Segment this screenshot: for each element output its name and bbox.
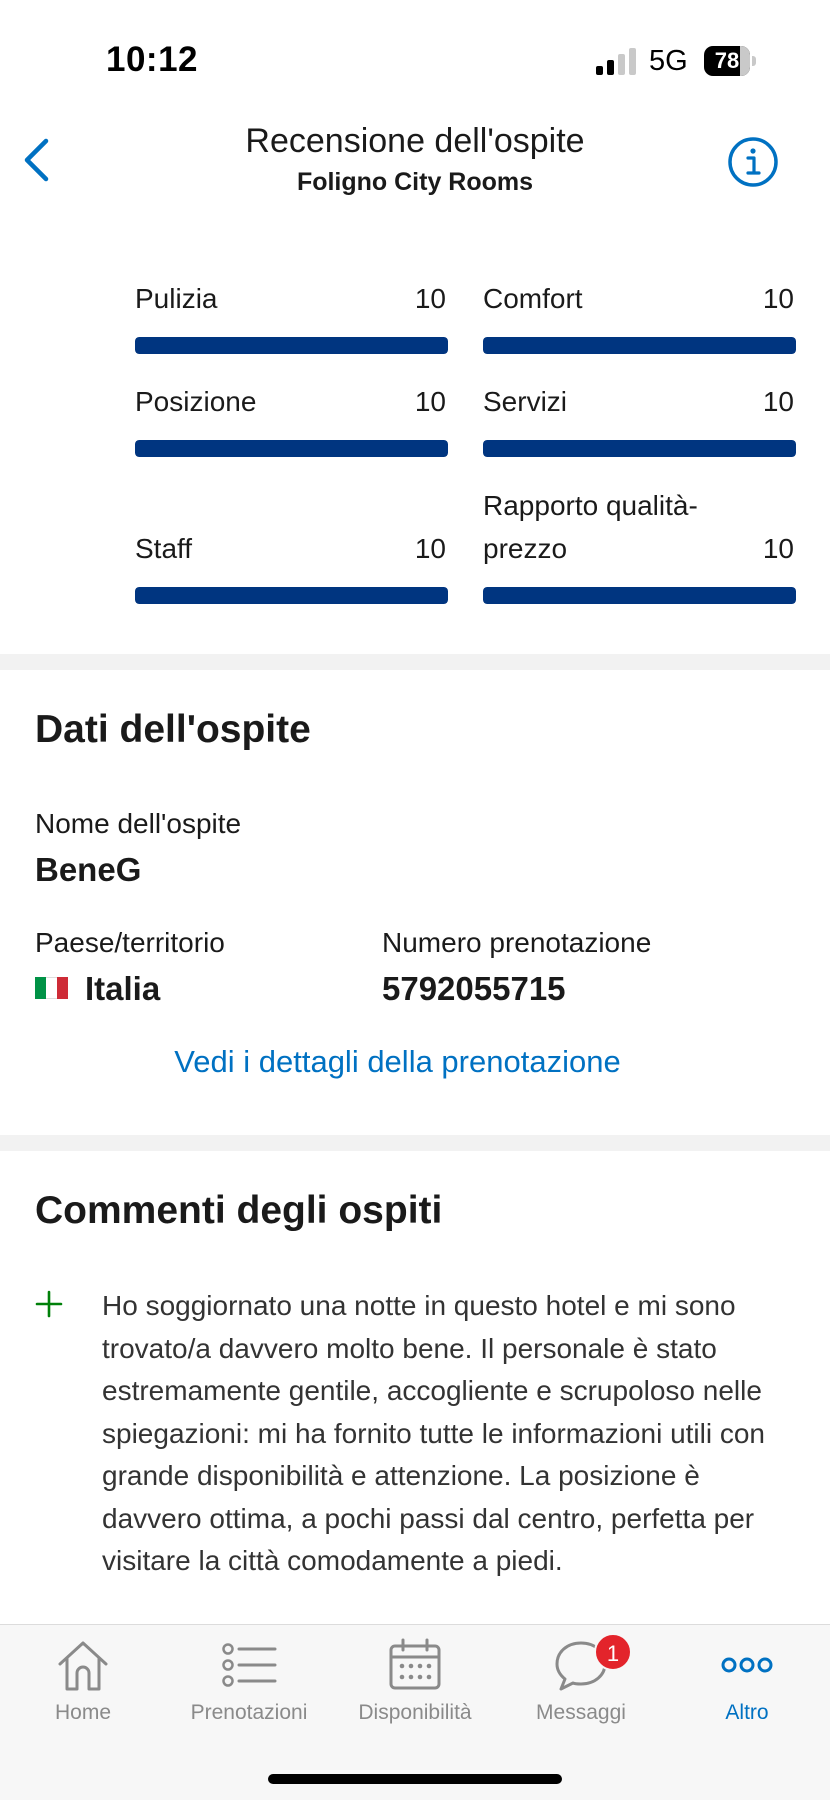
page-title: Recensione dell'ospite [245, 122, 585, 160]
score-bar [135, 587, 448, 604]
score-label: Rapporto qualità-prezzo [483, 490, 698, 564]
battery-level: 78 [714, 48, 740, 73]
score-value: 10 [762, 533, 794, 564]
tab-altro[interactable]: Altro [664, 1625, 830, 1735]
italy-flag-icon [35, 977, 68, 999]
guest-data-title: Dati dell'ospite [35, 708, 311, 751]
tab-label: Messaggi [536, 1701, 626, 1724]
score-label: Staff [135, 533, 193, 564]
score-value: 10 [762, 283, 794, 314]
score-item: Staff 10 [135, 486, 448, 604]
score-value: 10 [414, 283, 446, 314]
booking-number: 5792055715 [382, 970, 566, 1007]
score-bar [135, 337, 448, 354]
home-icon [58, 1641, 108, 1691]
tab-label: Altro [725, 1701, 769, 1724]
view-booking-details-link[interactable]: Vedi i dettagli della prenotazione [0, 1044, 795, 1080]
score-bar [483, 440, 796, 457]
plus-icon [35, 1290, 63, 1318]
battery-icon: 78 [704, 46, 756, 76]
score-label: Posizione [135, 386, 257, 417]
score-value: 10 [762, 386, 794, 417]
country-value: Italia [85, 970, 161, 1007]
score-item: Comfort 10 [483, 280, 796, 354]
score-value: 10 [414, 533, 446, 564]
guest-comments-title: Commenti degli ospiti [35, 1189, 443, 1232]
tab-label: Disponibilità [358, 1701, 472, 1724]
more-dots-icon [721, 1657, 773, 1673]
score-item: Pulizia 10 [135, 280, 448, 354]
info-button[interactable] [727, 136, 779, 188]
network-type: 5G [649, 45, 688, 77]
country-label: Paese/territorio [35, 927, 225, 958]
tab-label: Prenotazioni [190, 1701, 308, 1724]
score-value: 10 [414, 386, 446, 417]
score-item: Servizi 10 [483, 383, 796, 457]
tab-prenotazioni[interactable]: Prenotazioni [166, 1625, 332, 1735]
score-item: Posizione 10 [135, 383, 448, 457]
score-bar [135, 440, 448, 457]
score-label: Comfort [483, 283, 583, 314]
info-icon [728, 137, 778, 187]
review-scores: Pulizia 10 Comfort 10 Posizione 10 Servi… [0, 280, 830, 654]
navigation-header: Recensione dell'ospite Foligno City Room… [0, 110, 830, 210]
calendar-icon [389, 1638, 441, 1690]
signal-strength-icon [596, 47, 638, 75]
guest-name-label: Nome dell'ospite [35, 808, 242, 839]
positive-comment-text: Ho soggiornato una notte in questo hotel… [102, 1290, 766, 1576]
property-name: Foligno City Rooms [296, 168, 534, 196]
status-bar: 10:12 5G 78 [0, 0, 830, 110]
section-divider [0, 1135, 830, 1151]
home-indicator [268, 1774, 562, 1784]
score-item: Rapporto qualità-prezzo 10 [483, 486, 796, 604]
guest-name: BeneG [35, 851, 142, 888]
score-label: Servizi [483, 386, 568, 417]
score-bar [483, 337, 796, 354]
tab-disponibilita[interactable]: Disponibilità [332, 1625, 498, 1735]
booking-number-label: Numero prenotazione [382, 927, 652, 958]
tab-messaggi[interactable]: 1 Messaggi [498, 1625, 664, 1735]
score-label: Pulizia [135, 283, 218, 314]
score-bar [483, 587, 796, 604]
tab-home[interactable]: Home [0, 1625, 166, 1735]
status-time: 10:12 [106, 40, 199, 79]
list-icon [222, 1643, 277, 1687]
tab-label: Home [54, 1701, 112, 1724]
unread-messages-badge: 1 [594, 1633, 632, 1671]
section-divider [0, 654, 830, 670]
